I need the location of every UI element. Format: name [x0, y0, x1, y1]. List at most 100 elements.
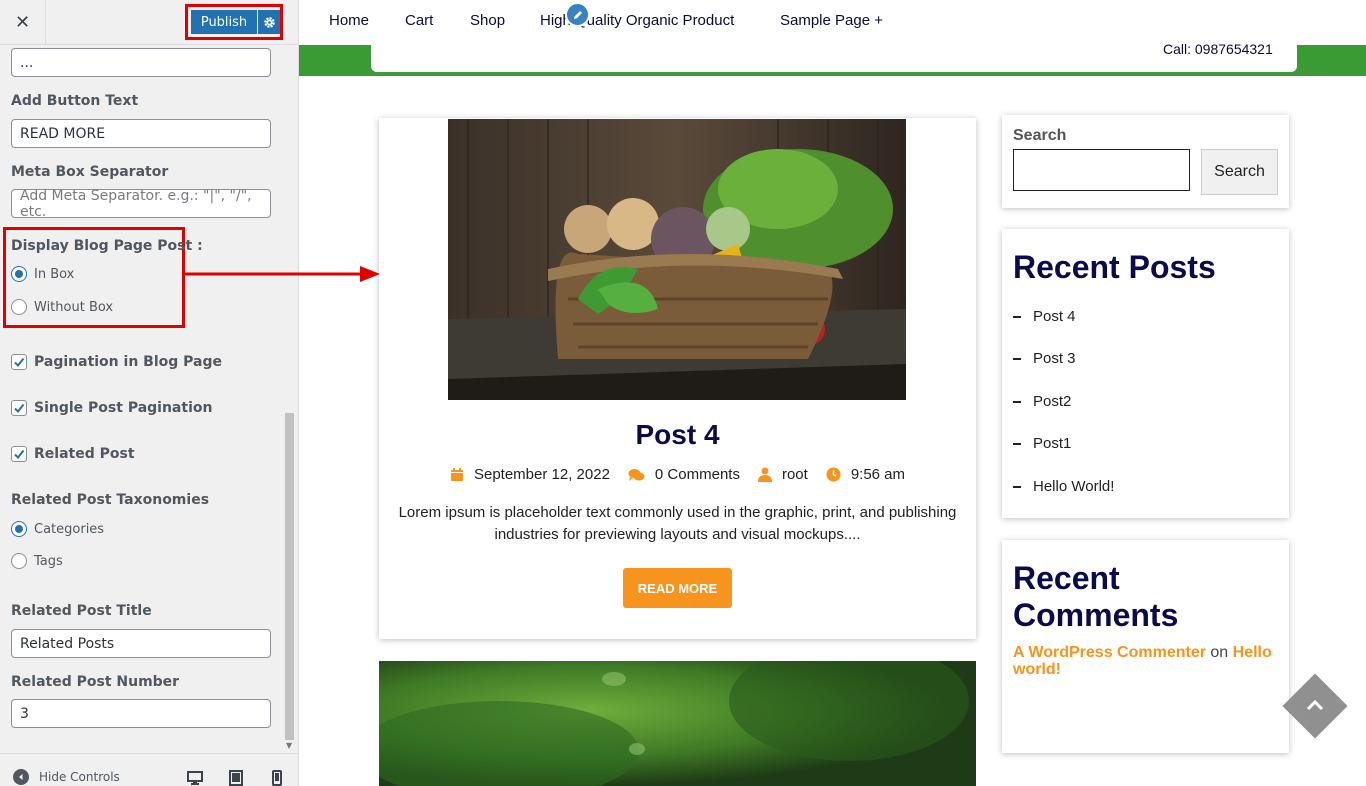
recent-post-link[interactable]: Hello World!: [1013, 478, 1114, 495]
close-customizer-button[interactable]: ✕: [0, 0, 46, 45]
meta-separator-field[interactable]: Add Meta Separator. e.g.: "|", "/", etc.: [11, 188, 271, 220]
customizer-footer: Hide Controls: [0, 753, 298, 786]
post-title[interactable]: Post 4: [379, 419, 976, 451]
checkbox[interactable]: [11, 354, 27, 370]
checkbox[interactable]: [11, 400, 27, 416]
scrollbar-thumb[interactable]: [285, 413, 294, 740]
post-comments-text: 0 Comments: [654, 466, 740, 483]
comment-author-link[interactable]: A WordPress Commenter: [1013, 644, 1206, 661]
comments-icon: [628, 468, 645, 481]
post-time: 9:56 am: [826, 466, 905, 483]
checkbox-label: Pagination in Blog Page: [34, 354, 222, 370]
search-button[interactable]: Search: [1201, 149, 1278, 195]
meta-separator-label: Meta Box Separator: [11, 164, 169, 180]
edit-shortcut-pencil-icon[interactable]: [565, 2, 590, 27]
close-icon: ✕: [14, 12, 31, 33]
recent-post-label: Post 4: [1033, 308, 1076, 325]
annotation-arrow: [185, 266, 380, 282]
radio-label: In Box: [34, 266, 75, 282]
read-more-button[interactable]: READ MORE: [623, 568, 732, 608]
publish-highlight: Publish: [185, 4, 283, 40]
mobile-icon[interactable]: [269, 770, 285, 786]
scroll-to-top-button[interactable]: [1282, 673, 1348, 739]
checkbox[interactable]: [11, 446, 27, 462]
search-input[interactable]: [1013, 149, 1190, 191]
related-number-label: Related Post Number: [11, 674, 180, 690]
publish-settings-button[interactable]: [258, 10, 280, 34]
post-author[interactable]: root: [757, 466, 808, 483]
radio-label: Tags: [34, 553, 63, 569]
customizer-sidebar: ✕ Publish ... Add Button Text READ MORE …: [0, 0, 299, 786]
radio-button[interactable]: [11, 299, 27, 315]
customizer-header: ✕ Publish: [0, 0, 298, 45]
radio-in-box[interactable]: In Box: [11, 266, 74, 282]
related-title-field[interactable]: Related Posts: [11, 629, 271, 658]
checkbox-pagination-blog[interactable]: Pagination in Blog Page: [11, 354, 222, 370]
radio-categories[interactable]: Categories: [11, 521, 104, 537]
display-blog-label: Display Blog Page Post :: [11, 238, 203, 254]
checkmark-icon: [14, 403, 25, 414]
nav-sample-page[interactable]: Sample Page +: [780, 12, 883, 29]
collapse-icon: [13, 769, 29, 785]
blog-post-card: Post 4 September 12, 2022 0 Comments roo…: [379, 118, 976, 639]
post-featured-image[interactable]: [448, 119, 906, 400]
checkbox-single-pagination[interactable]: Single Post Pagination: [11, 400, 212, 416]
clock-icon: [826, 467, 841, 482]
add-button-text-label: Add Button Text: [11, 93, 139, 109]
nav-cart[interactable]: Cart: [405, 12, 433, 29]
search-widget: Search Search: [1002, 115, 1289, 208]
related-title-label: Related Post Title: [11, 603, 152, 619]
post-time-text: 9:56 am: [850, 466, 906, 483]
recent-post-label: Post2: [1033, 393, 1072, 410]
checkbox-related-post[interactable]: Related Post: [11, 446, 135, 462]
list-dash: [1013, 357, 1021, 360]
post-date[interactable]: September 12, 2022: [450, 466, 610, 483]
post-author-text: root: [781, 466, 808, 483]
list-dash: [1013, 485, 1021, 488]
header-torn-paper: [371, 45, 1297, 72]
nav-shop[interactable]: Shop: [470, 12, 505, 29]
post-date-text: September 12, 2022: [473, 466, 610, 483]
post-excerpt: Lorem ipsum is placeholder text commonly…: [398, 504, 957, 543]
checkbox-label: Related Post: [34, 446, 135, 462]
recent-post-link[interactable]: Post2: [1013, 393, 1071, 410]
list-dash: [1013, 442, 1021, 445]
calendar-icon: [450, 468, 463, 481]
radio-label: Categories: [34, 521, 105, 537]
scroll-down-arrow[interactable]: ▼: [286, 741, 292, 750]
recent-post-label: Post1: [1033, 435, 1072, 452]
gear-icon: [263, 16, 275, 28]
hide-controls-button[interactable]: Hide Controls: [13, 769, 120, 785]
recent-comments-title: Recent Comments: [1013, 560, 1179, 633]
recent-post-label: Hello World!: [1033, 478, 1115, 495]
main-navigation: Home Cart Shop High Quality Organic Prod…: [299, 0, 1366, 45]
recent-post-link[interactable]: Post 3: [1013, 350, 1076, 367]
publish-button[interactable]: Publish: [191, 10, 257, 34]
recent-post-label: Post 3: [1033, 350, 1076, 367]
recent-post-link[interactable]: Post 4: [1013, 308, 1076, 325]
radio-label: Without Box: [34, 299, 114, 315]
add-button-text-field[interactable]: READ MORE: [11, 119, 271, 148]
radio-tags[interactable]: Tags: [11, 553, 63, 569]
list-dash: [1013, 315, 1021, 318]
recent-post-link[interactable]: Post1: [1013, 435, 1071, 452]
radio-button[interactable]: [11, 521, 27, 537]
tablet-icon[interactable]: [228, 770, 244, 786]
customizer-controls: ... Add Button Text READ MORE Meta Box S…: [0, 45, 298, 753]
recent-posts-widget: Recent Posts Post 4 Post 3 Post2 Post1 H…: [1002, 229, 1289, 518]
checkbox-label: Single Post Pagination: [34, 400, 213, 416]
hide-controls-label: Hide Controls: [39, 770, 120, 784]
related-number-field[interactable]: 3: [11, 699, 271, 728]
post-comments[interactable]: 0 Comments: [628, 466, 740, 483]
list-dash: [1013, 400, 1021, 403]
user-icon: [757, 467, 772, 482]
radio-button[interactable]: [11, 553, 27, 569]
search-label: Search: [1013, 127, 1067, 144]
radio-without-box[interactable]: Without Box: [11, 299, 113, 315]
post-meta: September 12, 2022 0 Comments root 9:56 …: [379, 466, 976, 483]
radio-button[interactable]: [11, 266, 27, 282]
desktop-icon[interactable]: [187, 770, 203, 786]
next-post-image[interactable]: [379, 661, 976, 786]
nav-home[interactable]: Home: [329, 12, 369, 29]
top-text-field[interactable]: ...: [11, 48, 271, 77]
